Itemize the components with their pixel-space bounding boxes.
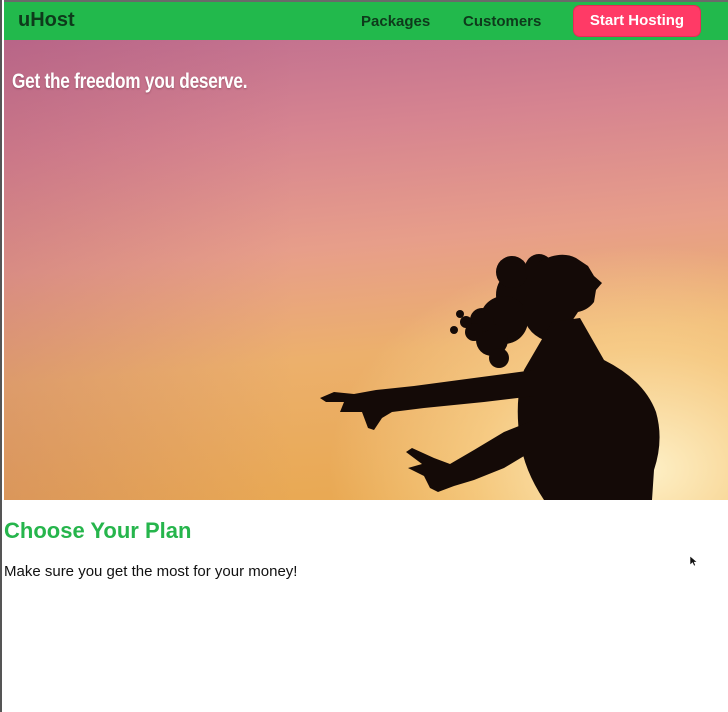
hero-title: Get the freedom you deserve. (12, 70, 248, 93)
start-hosting-button[interactable]: Start Hosting (574, 6, 700, 36)
mouse-cursor-icon (690, 556, 698, 567)
plans-subheading: Make sure you get the most for your mone… (4, 563, 298, 580)
hero-section: Get the freedom you deserve. (4, 40, 728, 500)
hero-person-silhouette-image (320, 254, 660, 500)
nav-link-customers[interactable]: Customers (463, 13, 541, 30)
brand-logo-link[interactable]: uHost (18, 9, 75, 32)
main-header: uHost Packages Customers Start Hosting (4, 2, 728, 40)
plans-heading: Choose Your Plan (4, 518, 192, 543)
nav-link-packages[interactable]: Packages (361, 13, 430, 30)
app-root: uHost Packages Customers Start Hosting G… (4, 0, 728, 712)
